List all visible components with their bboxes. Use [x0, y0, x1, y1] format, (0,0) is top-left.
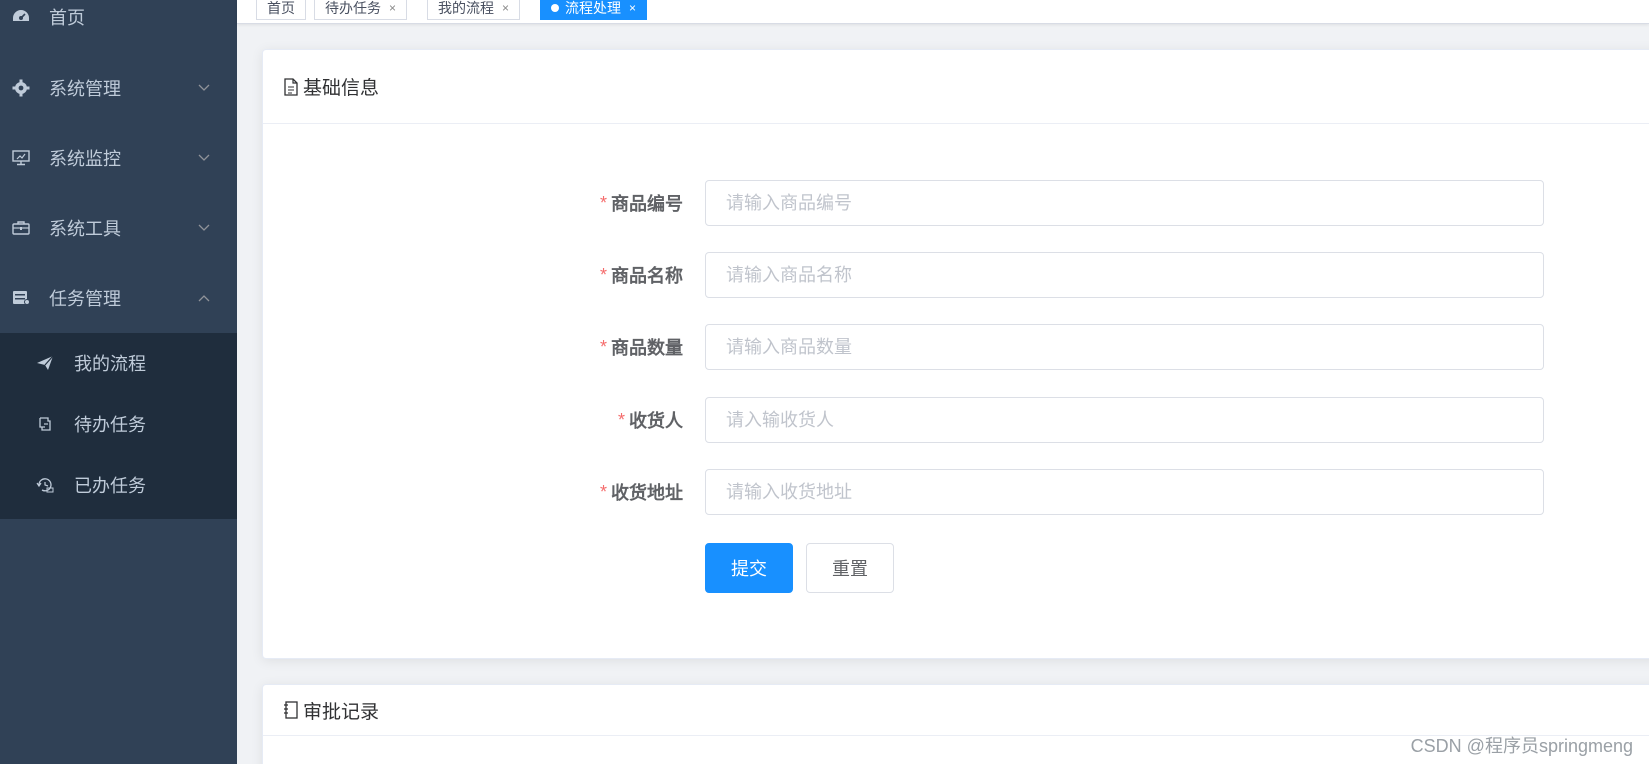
- chevron-up-icon: [197, 291, 211, 305]
- form-label-text: 商品名称: [611, 266, 683, 286]
- monitor-icon: [11, 148, 31, 168]
- required-mark: *: [599, 192, 607, 213]
- form-label-text: 商品数量: [611, 338, 683, 358]
- active-dot-icon: [551, 4, 559, 12]
- sidebar-item-label: 我的流程: [74, 354, 146, 374]
- card-title: 审批记录: [303, 701, 380, 723]
- form-row-product-code: * 商品编号: [263, 180, 1649, 226]
- tag-process-handling[interactable]: 流程处理 ×: [540, 0, 648, 20]
- reset-button[interactable]: 重置: [806, 543, 894, 593]
- form-label-text: 收货地址: [611, 483, 683, 503]
- address-input[interactable]: [705, 469, 1544, 515]
- form-label: * 商品编号: [483, 180, 683, 226]
- form-label: * 收货人: [483, 397, 683, 443]
- gear-icon: [11, 78, 31, 98]
- tag-home[interactable]: 首页: [256, 0, 306, 20]
- required-mark: *: [599, 336, 607, 357]
- sidebar-item-label: 已办任务: [74, 476, 146, 496]
- watermark: CSDN @程序员springmeng: [1410, 736, 1633, 756]
- sidebar-item-label: 系统管理: [49, 79, 121, 99]
- tag-my-process[interactable]: 我的流程 ×: [427, 0, 521, 20]
- product-quantity-input[interactable]: [705, 324, 1544, 370]
- sidebar-item-label: 待办任务: [74, 415, 146, 435]
- product-name-input[interactable]: [705, 252, 1544, 298]
- form-row-address: * 收货地址: [263, 469, 1649, 515]
- required-mark: *: [617, 409, 625, 430]
- sidebar-item-label: 首页: [49, 8, 85, 28]
- tag-todo-tasks[interactable]: 待办任务 ×: [314, 0, 408, 20]
- basic-info-card: 基础信息 * 商品编号 * 商品名称 * 商品数量 * 收货人 * 收货地址: [262, 49, 1649, 659]
- form-label: * 商品名称: [483, 252, 683, 298]
- close-icon[interactable]: ×: [389, 1, 396, 15]
- sidebar-item-home[interactable]: 首页: [0, 0, 237, 45]
- task-management-submenu: 我的流程 待办任务 已办任务: [0, 333, 237, 519]
- card-header: 审批记录: [263, 685, 1649, 736]
- toolbox-icon: [11, 218, 31, 238]
- submit-button[interactable]: 提交: [705, 543, 793, 593]
- chevron-down-icon: [197, 221, 211, 235]
- sidebar-item-todo-tasks[interactable]: 待办任务: [0, 396, 237, 452]
- sidebar-item-system-management[interactable]: 系统管理: [0, 60, 237, 116]
- chevron-down-icon: [197, 151, 211, 165]
- tag-label: 流程处理: [565, 0, 621, 16]
- tag-label: 首页: [267, 0, 295, 16]
- form-row-product-quantity: * 商品数量: [263, 324, 1649, 370]
- form-label: * 收货地址: [483, 469, 683, 515]
- server-icon: [11, 288, 31, 308]
- chevron-down-icon: [197, 81, 211, 95]
- card-header: 基础信息: [263, 50, 1649, 124]
- sidebar-item-label: 任务管理: [49, 289, 121, 309]
- sidebar-item-my-process[interactable]: 我的流程: [0, 335, 237, 391]
- tag-label: 待办任务: [325, 0, 381, 16]
- card-title: 基础信息: [303, 78, 380, 99]
- close-icon[interactable]: ×: [629, 1, 636, 15]
- form-label-text: 商品编号: [611, 194, 683, 214]
- clipboard-icon: [35, 414, 55, 434]
- required-mark: *: [599, 481, 607, 502]
- tags-view: 首页 待办任务 × 我的流程 × 流程处理 ×: [237, 0, 1649, 24]
- close-icon[interactable]: ×: [502, 1, 509, 15]
- sidebar-item-system-tools[interactable]: 系统工具: [0, 200, 237, 256]
- required-mark: *: [599, 264, 607, 285]
- form-label: * 商品数量: [483, 324, 683, 370]
- dashboard-icon: [11, 7, 31, 27]
- form-row-receiver: * 收货人: [263, 397, 1649, 443]
- form-row-product-name: * 商品名称: [263, 252, 1649, 298]
- form-label-text: 收货人: [629, 411, 683, 431]
- sidebar-item-label: 系统工具: [49, 219, 121, 239]
- paper-plane-icon: [35, 353, 55, 373]
- history-icon: [35, 475, 55, 495]
- sidebar-item-system-monitor[interactable]: 系统监控: [0, 130, 237, 186]
- notebook-icon: [283, 701, 301, 719]
- receiver-input[interactable]: [705, 397, 1544, 443]
- product-code-input[interactable]: [705, 180, 1544, 226]
- sidebar-item-done-tasks[interactable]: 已办任务: [0, 457, 237, 513]
- sidebar: 首页 系统管理 系统监控 系统工具 任务管理 我的流程 待办任务 已办任务: [0, 0, 237, 764]
- tag-label: 我的流程: [438, 0, 494, 16]
- sidebar-item-label: 系统监控: [49, 149, 121, 169]
- sidebar-item-task-management[interactable]: 任务管理: [0, 270, 237, 326]
- document-icon: [283, 77, 301, 96]
